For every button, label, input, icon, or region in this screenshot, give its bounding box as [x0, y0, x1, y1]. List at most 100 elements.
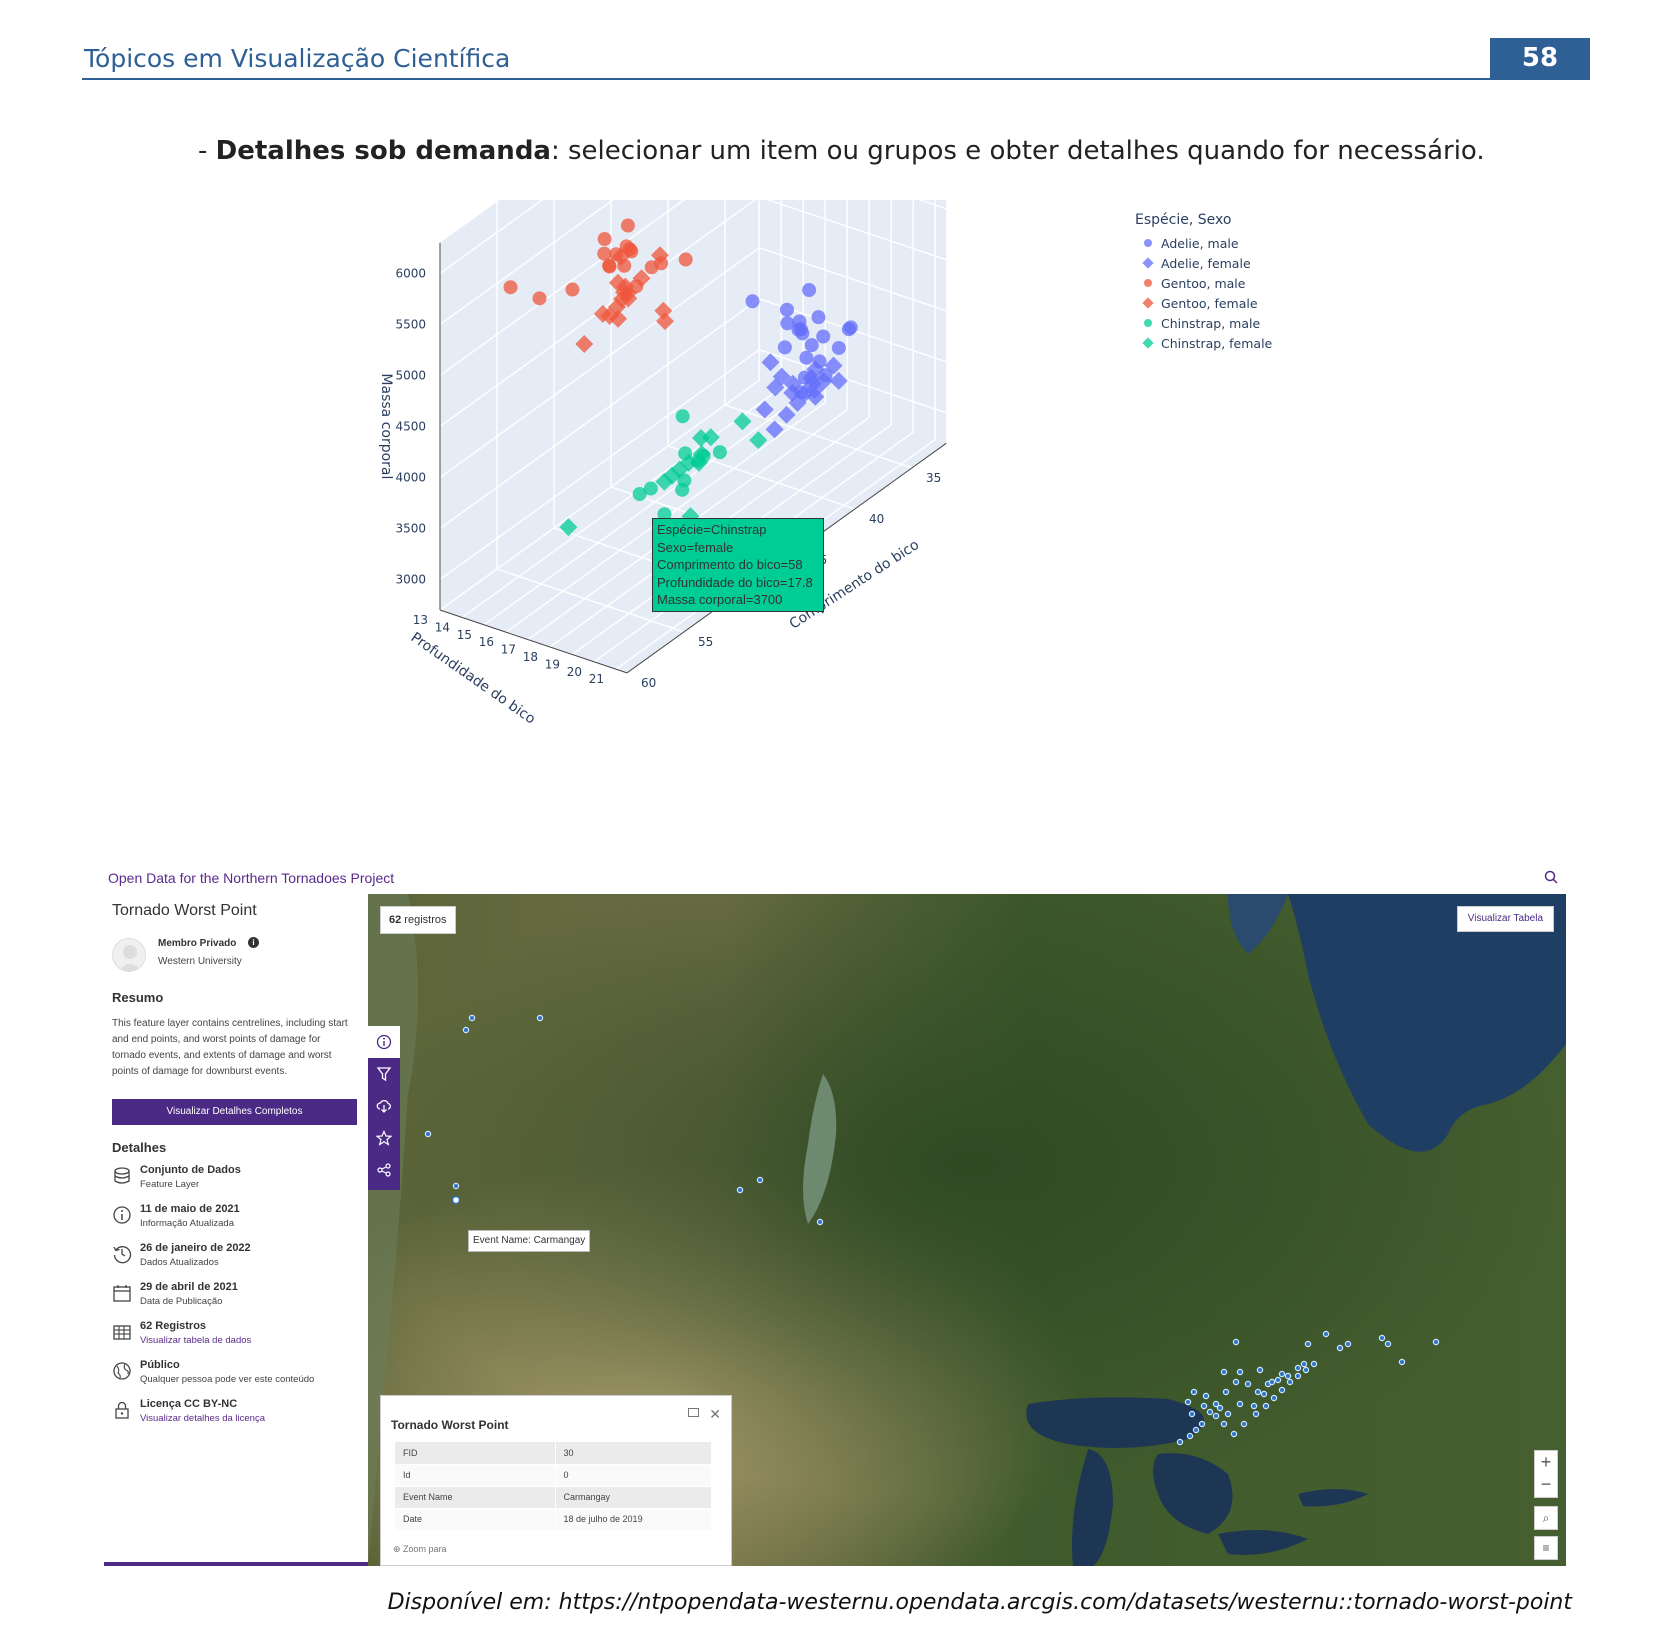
data-point-circle[interactable]: [677, 473, 692, 488]
data-point-circle[interactable]: [617, 258, 632, 273]
tornado-point[interactable]: [1268, 1378, 1276, 1386]
tornado-point[interactable]: [1270, 1394, 1278, 1402]
legend-item[interactable]: Adelie, male: [1135, 233, 1272, 253]
zoom-in-button[interactable]: +: [1535, 1451, 1557, 1473]
data-point-circle[interactable]: [811, 310, 826, 325]
tornado-point[interactable]: [1240, 1420, 1248, 1428]
data-point-circle[interactable]: [565, 282, 580, 297]
data-point-circle[interactable]: [779, 302, 794, 317]
tornado-point[interactable]: [1260, 1390, 1268, 1398]
tornado-point[interactable]: [1232, 1338, 1240, 1346]
view-license-link[interactable]: Visualizar detalhes da licença: [140, 1413, 265, 1424]
share-tool-button[interactable]: [368, 1154, 400, 1186]
tornado-point[interactable]: [1344, 1340, 1352, 1348]
data-point-circle[interactable]: [777, 340, 792, 355]
tornado-point[interactable]: [1294, 1364, 1302, 1372]
close-icon[interactable]: ✕: [709, 1406, 721, 1423]
data-point-circle[interactable]: [818, 368, 833, 383]
view-table-button[interactable]: Visualizar Tabela: [1456, 906, 1554, 932]
tornado-point[interactable]: [1278, 1386, 1286, 1394]
data-point-circle[interactable]: [816, 329, 831, 344]
tornado-point[interactable]: [1262, 1402, 1270, 1410]
filter-tool-button[interactable]: [368, 1058, 400, 1090]
data-point-circle[interactable]: [812, 354, 827, 369]
legend-item[interactable]: Chinstrap, female: [1135, 333, 1272, 353]
tornado-point[interactable]: [1384, 1340, 1392, 1348]
owner-info-icon[interactable]: i: [248, 937, 259, 948]
tornado-point[interactable]: [462, 1026, 470, 1034]
data-point-circle[interactable]: [654, 256, 669, 271]
data-point-circle[interactable]: [619, 239, 634, 254]
tornado-point[interactable]: [468, 1014, 476, 1022]
tornado-point[interactable]: [1302, 1366, 1310, 1374]
zoom-to-link[interactable]: ⊕ Zoom para: [393, 1544, 447, 1555]
tornado-point[interactable]: [1186, 1432, 1194, 1440]
tornado-point[interactable]: [1244, 1380, 1252, 1388]
tornado-point[interactable]: [1286, 1378, 1294, 1386]
data-point-circle[interactable]: [831, 340, 846, 355]
tornado-point[interactable]: [1300, 1360, 1308, 1368]
download-tool-button[interactable]: [368, 1090, 400, 1122]
data-point-circle[interactable]: [841, 322, 856, 337]
tornado-point[interactable]: [1236, 1368, 1244, 1376]
data-point-circle[interactable]: [675, 409, 690, 424]
tornado-point[interactable]: [1284, 1372, 1292, 1380]
tornado-point[interactable]: [1198, 1420, 1206, 1428]
view-data-table-link[interactable]: Visualizar tabela de dados: [140, 1335, 251, 1346]
tornado-point[interactable]: [1184, 1398, 1192, 1406]
tornado-point[interactable]: [1252, 1410, 1260, 1418]
dock-icon[interactable]: [688, 1408, 699, 1417]
tornado-point[interactable]: [1294, 1372, 1302, 1380]
selected-tornado-point[interactable]: [451, 1195, 461, 1205]
tornado-point[interactable]: [816, 1218, 824, 1226]
legend-item[interactable]: Gentoo, male: [1135, 273, 1272, 293]
data-point-circle[interactable]: [620, 218, 635, 233]
data-point-circle[interactable]: [602, 258, 617, 273]
data-point-circle[interactable]: [712, 445, 727, 460]
menu-icon[interactable]: ≡: [1534, 1536, 1558, 1560]
tornado-point[interactable]: [1378, 1334, 1386, 1342]
data-point-circle[interactable]: [678, 446, 693, 461]
tornado-point[interactable]: [1188, 1410, 1196, 1418]
search-icon[interactable]: [1544, 870, 1558, 884]
data-point-circle[interactable]: [678, 252, 693, 267]
tornado-point[interactable]: [1432, 1338, 1440, 1346]
tornado-point[interactable]: [1176, 1438, 1184, 1446]
tornado-point[interactable]: [1200, 1402, 1208, 1410]
tornado-point[interactable]: [1224, 1410, 1232, 1418]
data-point-circle[interactable]: [597, 232, 612, 247]
tornado-point[interactable]: [1220, 1368, 1228, 1376]
tornado-point[interactable]: [1230, 1430, 1238, 1438]
data-point-circle[interactable]: [797, 370, 812, 385]
legend-item[interactable]: Adelie, female: [1135, 253, 1272, 273]
tornado-point[interactable]: [1236, 1400, 1244, 1408]
view-full-details-button[interactable]: Visualizar Detalhes Completos: [112, 1099, 357, 1125]
tornado-point[interactable]: [1310, 1360, 1318, 1368]
data-point-circle[interactable]: [532, 291, 547, 306]
data-point-circle[interactable]: [629, 279, 644, 294]
tornado-point[interactable]: [1206, 1408, 1214, 1416]
tornado-point[interactable]: [424, 1130, 432, 1138]
tornado-point[interactable]: [1220, 1420, 1228, 1428]
tornado-point[interactable]: [1322, 1330, 1330, 1338]
data-point-circle[interactable]: [804, 338, 819, 353]
site-title[interactable]: Open Data for the Northern Tornadoes Pro…: [108, 870, 394, 886]
info-tool-button[interactable]: [368, 1026, 400, 1058]
favorite-tool-button[interactable]: [368, 1122, 400, 1154]
data-point-circle[interactable]: [791, 322, 806, 337]
tornado-point[interactable]: [536, 1014, 544, 1022]
legend-item[interactable]: Chinstrap, male: [1135, 313, 1272, 333]
scatter-3d-chart[interactable]: 3000 3500 4000 4500 5000 5500 6000 13 14 15 16 17 18…: [370, 200, 1090, 790]
data-point-circle[interactable]: [632, 487, 647, 502]
legend-item[interactable]: Gentoo, female: [1135, 293, 1272, 313]
tornado-point[interactable]: [756, 1176, 764, 1184]
tornado-point[interactable]: [1250, 1402, 1258, 1410]
tornado-point[interactable]: [1398, 1358, 1406, 1366]
tornado-point[interactable]: [1222, 1388, 1230, 1396]
data-point-circle[interactable]: [799, 350, 814, 365]
tornado-point[interactable]: [1256, 1366, 1264, 1374]
tornado-point[interactable]: [1304, 1340, 1312, 1348]
tornado-point[interactable]: [1336, 1344, 1344, 1352]
tornado-point[interactable]: [1212, 1412, 1220, 1420]
data-point-circle[interactable]: [793, 385, 808, 400]
